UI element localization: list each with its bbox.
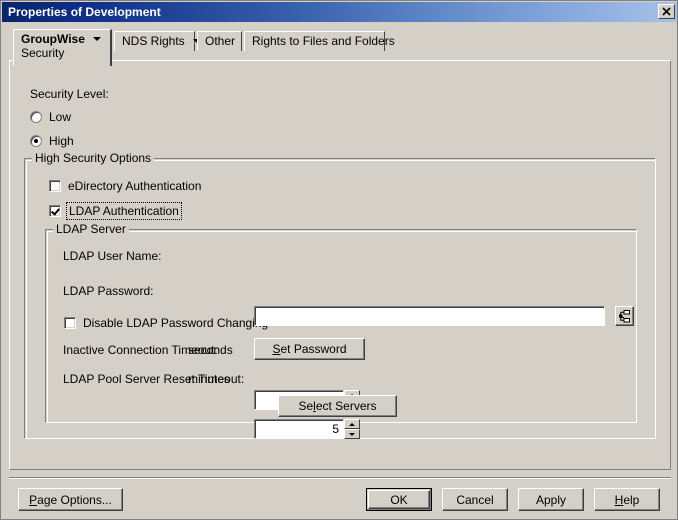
browse-directory-icon[interactable] xyxy=(615,306,634,326)
checkbox-ldap-authentication[interactable]: LDAP Authentication xyxy=(49,202,182,220)
pool-reset-spin-buttons[interactable] xyxy=(344,419,360,439)
ok-button-label: OK xyxy=(390,492,408,507)
tab-rights-to-files-and-folders[interactable]: Rights to Files and Folders xyxy=(244,31,395,51)
chevron-down-icon[interactable] xyxy=(92,37,101,41)
tab-nds-rights-label: NDS Rights xyxy=(122,34,185,48)
checkbox-disable-pwd-icon[interactable] xyxy=(64,317,76,329)
set-password-rest: et Password xyxy=(280,342,347,356)
ok-button[interactable]: OK xyxy=(366,488,432,511)
page-options-accel: P xyxy=(29,492,38,507)
apply-button-label: Apply xyxy=(535,492,567,507)
ldap-pool-server-reset-timeout-input[interactable] xyxy=(254,419,344,439)
window-title: Properties of Development xyxy=(8,5,161,19)
checkbox-ldap-label: LDAP Authentication xyxy=(66,202,182,220)
tab-groupwise-label: GroupWise xyxy=(21,32,85,46)
pool-reset-unit: minutes xyxy=(188,372,231,386)
checkbox-disable-pwd-label: Disable LDAP Password Changing xyxy=(83,316,269,330)
tab-rights-label: Rights to Files and Folders xyxy=(252,34,395,48)
security-level-label: Security Level: xyxy=(30,87,109,101)
radio-high-label: High xyxy=(49,134,74,148)
checkbox-edirectory-label: eDirectory Authentication xyxy=(68,179,202,193)
ldap-server-title: LDAP Server xyxy=(53,222,129,236)
tab-nds-rights[interactable]: NDS Rights xyxy=(114,31,201,51)
spin-up-button[interactable] xyxy=(344,419,360,429)
checkbox-ldap-icon[interactable] xyxy=(49,205,61,217)
help-button[interactable]: Help xyxy=(594,488,660,511)
footer-divider xyxy=(9,477,671,479)
tab-groupwise[interactable]: GroupWise Security xyxy=(13,29,112,66)
radio-low-icon[interactable] xyxy=(30,111,42,123)
tab-other-label: Other xyxy=(205,34,236,48)
radio-high-icon[interactable] xyxy=(30,135,42,147)
ldap-password-label: LDAP Password: xyxy=(63,284,154,298)
ldap-user-name-label: LDAP User Name: xyxy=(63,249,162,263)
high-security-options-title: High Security Options xyxy=(32,151,155,165)
arrow-up-icon xyxy=(349,422,355,426)
arrow-down-icon xyxy=(349,432,355,436)
tab-groupwise-sublabel: Security xyxy=(21,46,65,60)
tab-other[interactable]: Other xyxy=(197,31,242,51)
select-servers-accel: l xyxy=(313,399,316,413)
radio-security-high[interactable]: High xyxy=(30,134,74,148)
tab-strip: GroupWise Security NDS Rights Other Righ… xyxy=(9,29,671,66)
close-icon[interactable] xyxy=(658,4,675,19)
page-options-button[interactable]: Page Options... xyxy=(18,488,123,511)
ldap-user-name-input[interactable] xyxy=(254,306,605,326)
set-password-button[interactable]: Set Password xyxy=(254,338,365,360)
select-servers-button[interactable]: Select Servers xyxy=(278,395,397,417)
properties-dialog: Properties of Development GroupWise Secu… xyxy=(0,0,678,520)
apply-button[interactable]: Apply xyxy=(518,488,584,511)
title-bar: Properties of Development xyxy=(2,2,677,22)
checkbox-edirectory-authentication[interactable]: eDirectory Authentication xyxy=(49,179,201,193)
inactive-timeout-unit: seconds xyxy=(188,343,233,357)
checkbox-edirectory-icon[interactable] xyxy=(49,180,61,192)
radio-low-label: Low xyxy=(49,110,72,124)
cancel-button-label: Cancel xyxy=(456,492,494,507)
radio-security-low[interactable]: Low xyxy=(30,110,71,124)
cancel-button[interactable]: Cancel xyxy=(442,488,508,511)
spin-down-button[interactable] xyxy=(344,429,360,439)
ldap-pool-server-reset-timeout-stepper[interactable] xyxy=(254,419,360,439)
checkbox-disable-ldap-password-changing[interactable]: Disable LDAP Password Changing xyxy=(64,316,268,330)
